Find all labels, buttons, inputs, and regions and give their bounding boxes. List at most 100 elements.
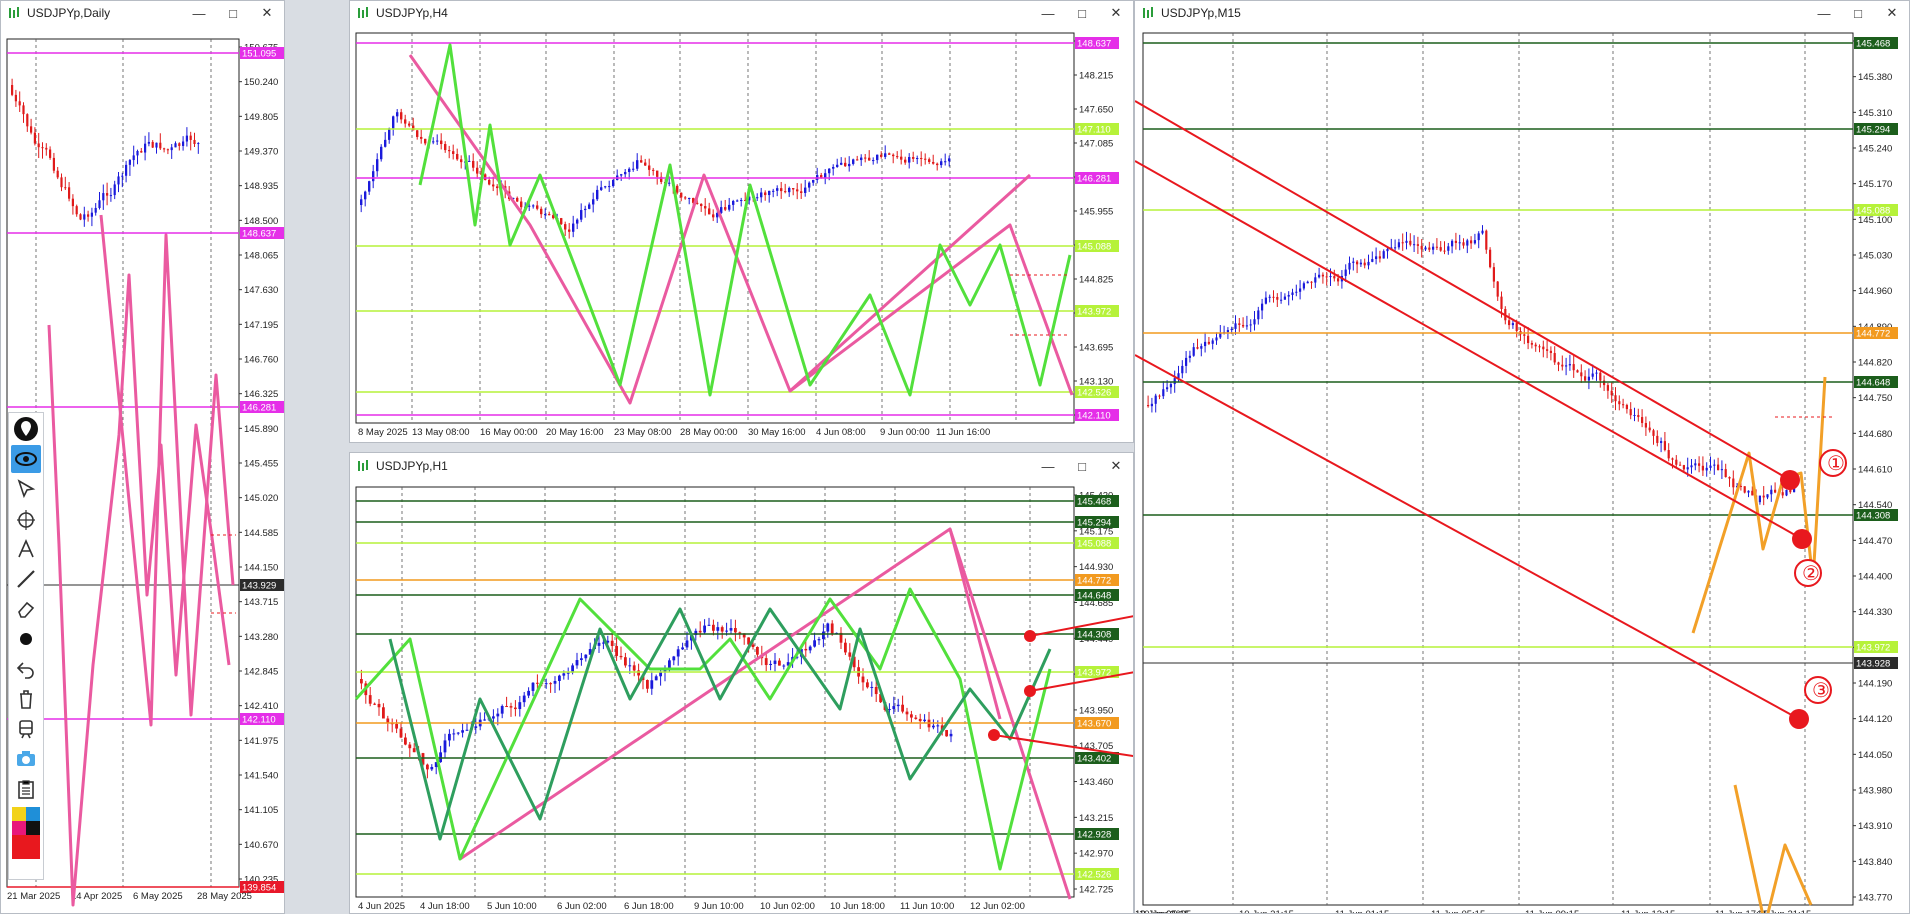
candle-body	[685, 640, 689, 648]
candle-body	[728, 204, 731, 210]
train-icon[interactable]	[11, 715, 41, 743]
price-tag-label: 144.772	[1856, 329, 1890, 340]
candle-body	[1481, 230, 1484, 234]
camera-icon[interactable]	[11, 745, 41, 773]
candle-body	[940, 161, 943, 166]
close-icon[interactable]: ✕	[250, 2, 284, 24]
price-label: 143.910	[1858, 821, 1892, 832]
candle-body	[520, 201, 523, 208]
date-label: 20 May 16:00	[546, 427, 604, 438]
candle-body	[33, 132, 36, 144]
candle-body	[90, 212, 93, 217]
dot-icon[interactable]	[11, 625, 41, 653]
price-tag-label: 142.526	[1077, 870, 1111, 881]
price-chart[interactable]: 145.420145.175144.930144.685144.440144.1…	[350, 479, 1134, 914]
color-swatch-icon[interactable]	[11, 805, 41, 861]
candle-body	[888, 153, 891, 155]
chart-window-h4[interactable]: USDJPYp,H4 — □ ✕ 148.780148.215147.65014…	[349, 0, 1134, 443]
price-label: 147.195	[244, 320, 278, 331]
candle-body	[372, 171, 375, 182]
anchor-dot	[1024, 685, 1036, 697]
candle-body	[1473, 240, 1476, 244]
candle-body	[668, 182, 671, 184]
price-label: 144.470	[1858, 536, 1892, 547]
candle-body	[536, 205, 539, 209]
cursor-icon[interactable]	[11, 475, 41, 503]
maximize-icon[interactable]: □	[216, 2, 250, 24]
marker-label: ③	[1812, 680, 1830, 702]
candle-body	[1432, 246, 1435, 250]
candle-body	[1785, 489, 1788, 496]
price-label: 149.370	[244, 147, 278, 158]
candle-body	[26, 114, 29, 127]
candle-body	[368, 181, 371, 192]
crosshair-icon[interactable]	[11, 505, 41, 533]
price-chart[interactable]: 145.450145.380145.310145.240145.170145.1…	[1135, 25, 1910, 914]
price-tag-label: 144.308	[1077, 630, 1111, 641]
text-icon[interactable]	[11, 535, 41, 563]
candle-body	[98, 200, 101, 208]
titlebar[interactable]: USDJPYp,M15 — □ ✕	[1135, 1, 1909, 26]
candle-body	[117, 176, 120, 185]
price-label: 145.310	[1858, 108, 1892, 119]
window-title: USDJPYp,H4	[376, 6, 448, 20]
pin-icon[interactable]	[11, 415, 41, 443]
candle-body	[1215, 337, 1218, 341]
date-label: 21 Mar 2025	[7, 891, 60, 902]
maximize-icon[interactable]: □	[1065, 455, 1099, 477]
candle-body	[1245, 325, 1248, 327]
candle-body	[1599, 372, 1602, 381]
candle-body	[60, 177, 63, 188]
minimize-icon[interactable]: —	[1031, 455, 1065, 477]
candle-body	[79, 214, 82, 220]
maximize-icon[interactable]: □	[1065, 2, 1099, 24]
price-tag-label: 143.928	[1856, 659, 1890, 670]
marker-label: ②	[1802, 563, 1820, 585]
candle-body	[828, 168, 831, 174]
trash-icon[interactable]	[11, 685, 41, 713]
price-tag-label: 147.110	[1077, 125, 1111, 136]
price-label: 148.500	[244, 216, 278, 227]
eraser-icon[interactable]	[11, 595, 41, 623]
chart-window-m15[interactable]: USDJPYp,M15 — □ ✕ 145.450145.380145.3101…	[1134, 0, 1910, 914]
candle-body	[580, 658, 583, 661]
price-tag-label: 145.088	[1856, 206, 1890, 217]
line-icon[interactable]	[11, 565, 41, 593]
candle-body	[580, 210, 583, 220]
candle-body	[684, 197, 687, 199]
candle-body	[522, 695, 526, 703]
candle-body	[716, 627, 720, 631]
titlebar[interactable]: USDJPYp,H4 — □ ✕	[350, 1, 1133, 26]
minimize-icon[interactable]: —	[1031, 2, 1065, 24]
chart-window-h1[interactable]: USDJPYp,H1 — □ ✕ 145.420145.175144.93014…	[349, 452, 1134, 914]
minimize-icon[interactable]: —	[182, 2, 216, 24]
candle-body	[518, 702, 522, 710]
clipboard-icon[interactable]	[11, 775, 41, 803]
candle-body	[866, 682, 869, 688]
minimize-icon[interactable]: —	[1807, 2, 1841, 24]
candle-body	[113, 184, 116, 196]
candle-body	[1173, 378, 1176, 385]
candle-body	[170, 147, 173, 151]
candle-body	[924, 158, 927, 160]
eye-icon[interactable]	[11, 445, 41, 473]
undo-icon[interactable]	[11, 655, 41, 683]
candle-body	[364, 191, 367, 200]
price-chart[interactable]: 148.780148.215147.650147.085146.520145.9…	[350, 25, 1134, 443]
candle-body	[756, 647, 759, 655]
close-icon[interactable]: ✕	[1099, 455, 1133, 477]
maximize-icon[interactable]: □	[1841, 2, 1875, 24]
price-label: 142.970	[1079, 849, 1113, 860]
candle-body	[1188, 355, 1191, 358]
candle-body	[864, 157, 867, 159]
candle-body	[1743, 486, 1746, 493]
candle-body	[102, 193, 105, 201]
candle-body	[756, 197, 759, 199]
price-tag-label: 145.468	[1077, 497, 1111, 508]
candle-body	[492, 184, 495, 187]
titlebar[interactable]: USDJPYp,Daily — □ ✕	[1, 1, 284, 26]
candle-body	[914, 717, 918, 719]
titlebar[interactable]: USDJPYp,H1 — □ ✕	[350, 453, 1133, 480]
close-icon[interactable]: ✕	[1099, 2, 1133, 24]
close-icon[interactable]: ✕	[1875, 2, 1909, 24]
